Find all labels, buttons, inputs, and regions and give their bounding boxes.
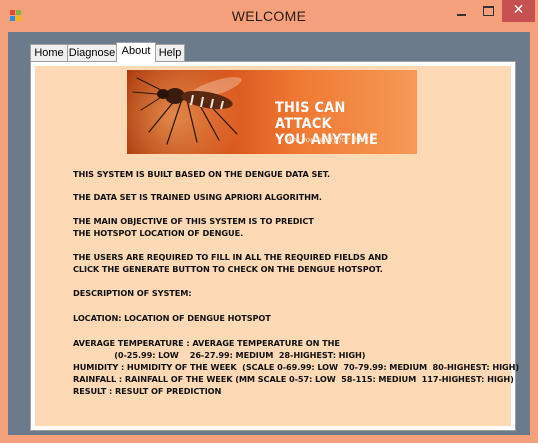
about-line: THE HOTSPOT LOCATION OF DENGUE.: [73, 228, 244, 238]
about-line: LOCATION: LOCATION OF DENGUE HOTSPOT: [73, 313, 271, 323]
about-line: RESULT : RESULT OF PREDICTION: [73, 386, 222, 396]
about-line: AVERAGE TEMPERATURE : AVERAGE TEMPERATUR…: [73, 338, 340, 348]
close-button[interactable]: ✕: [502, 0, 535, 22]
section-heading: DESCRIPTION OF SYSTEM:: [73, 288, 192, 298]
tab-about[interactable]: About: [116, 42, 156, 62]
dengue-mosquito-banner: THIS CAN ATTACK YOU ANYTIME Are you read…: [127, 70, 417, 154]
about-content: THIS CAN ATTACK YOU ANYTIME Are you read…: [35, 66, 520, 426]
tab-help[interactable]: Help: [155, 44, 185, 61]
banner-subtitle: Are you ready for this?: [287, 136, 369, 144]
client-area: Home Diagnose About Help THIS CAN ATTACK…: [8, 32, 530, 435]
app-window: WELCOME ✕ Home Diagnose About Help THIS …: [0, 0, 538, 443]
about-line: RAINFALL : RAINFALL OF THE WEEK (MM SCAL…: [73, 374, 514, 384]
tab-home[interactable]: Home: [30, 44, 68, 61]
minimize-button[interactable]: [448, 0, 474, 22]
about-tab-panel: THIS CAN ATTACK YOU ANYTIME Are you read…: [30, 61, 520, 431]
mosquito-illustration: [132, 77, 242, 145]
about-line: THE USERS ARE REQUIRED TO FILL IN ALL TH…: [73, 252, 388, 262]
title-bar[interactable]: WELCOME ✕: [0, 0, 538, 32]
maximize-button[interactable]: [475, 0, 501, 22]
about-line: THIS SYSTEM IS BUILT BASED ON THE DENGUE…: [73, 169, 331, 179]
about-line: THE MAIN OBJECTIVE OF THIS SYSTEM IS TO …: [73, 216, 314, 226]
about-line: HUMIDITY : HUMIDITY OF THE WEEK (SCALE 0…: [73, 362, 520, 372]
about-line: (0-25.99: LOW 26-27.99: MEDIUM 28-HIGHES…: [73, 350, 366, 360]
about-line: THE DATA SET IS TRAINED USING APRIORI AL…: [73, 192, 322, 202]
tab-diagnose[interactable]: Diagnose: [67, 44, 117, 61]
about-line: CLICK THE GENERATE BUTTON TO CHECK ON TH…: [73, 264, 383, 274]
